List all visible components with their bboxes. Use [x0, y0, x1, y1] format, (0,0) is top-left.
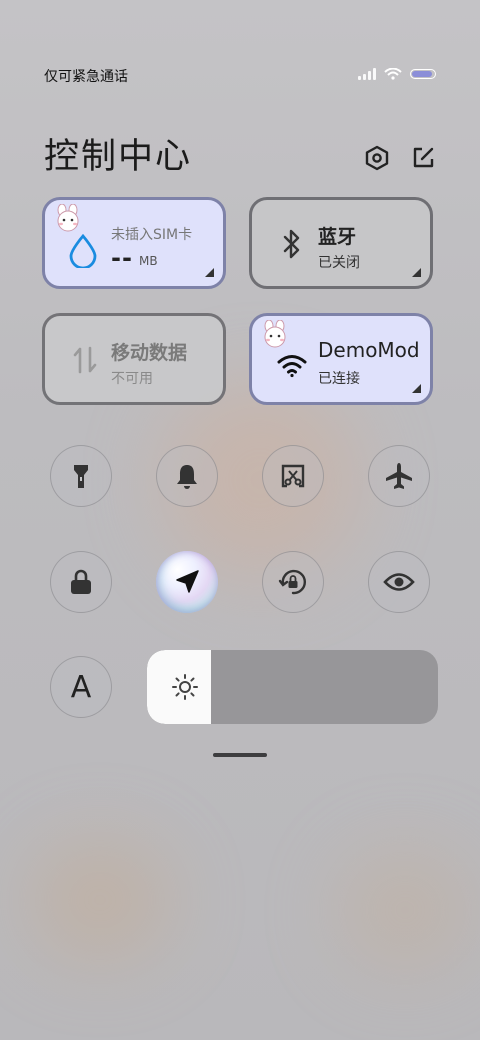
bunny-sticker-icon: [57, 204, 79, 232]
airplane-icon: [386, 463, 412, 489]
tile-bluetooth[interactable]: 蓝牙 已关闭: [249, 197, 433, 289]
bluetooth-title: 蓝牙: [318, 226, 357, 248]
data-arrows-icon: [69, 344, 101, 376]
ring-toggle[interactable]: [156, 445, 218, 507]
lock-screen-toggle[interactable]: [50, 551, 112, 613]
rotation-lock-toggle[interactable]: [262, 551, 324, 613]
location-icon: [176, 570, 199, 593]
tile-mobile-data[interactable]: 移动数据 不可用: [42, 313, 226, 405]
status-carrier-text: 仅可紧急通话: [44, 69, 128, 85]
data-usage-unit: MB: [139, 254, 158, 268]
eye-icon: [383, 573, 415, 591]
screenshot-icon: [281, 464, 305, 488]
water-drop-icon: [67, 233, 99, 272]
brightness-slider[interactable]: [147, 650, 438, 724]
settings-hex-icon[interactable]: [363, 144, 391, 172]
expand-corner-icon: [412, 268, 421, 277]
expand-corner-icon: [205, 268, 214, 277]
sim-status-label: 未插入SIM卡: [111, 227, 193, 243]
bell-icon: [177, 465, 197, 489]
signal-icon: [358, 68, 376, 80]
bluetooth-status: 已关闭: [318, 255, 360, 271]
screenshot-toggle[interactable]: [262, 445, 324, 507]
sun-icon: [172, 674, 198, 700]
drag-handle[interactable]: [213, 753, 267, 757]
flashlight-icon: [74, 465, 88, 488]
rotation-lock-icon: [278, 569, 306, 595]
tile-wifi[interactable]: DemoMod 已连接: [249, 313, 433, 405]
font-size-label: A: [70, 669, 92, 705]
battery-icon: [410, 69, 436, 79]
flashlight-toggle[interactable]: [50, 445, 112, 507]
bluetooth-icon: [276, 228, 308, 260]
wifi-network-name: DemoMod: [318, 338, 420, 362]
tile-data-usage[interactable]: 未插入SIM卡 -- MB: [42, 197, 226, 289]
status-icons: [358, 68, 436, 80]
wifi-status: 已连接: [318, 371, 360, 387]
data-usage-value: --: [111, 244, 133, 272]
lock-icon: [71, 569, 91, 594]
wifi-status-icon: [384, 68, 402, 80]
background-blur: [340, 850, 470, 970]
background-blur: [30, 840, 170, 960]
mobile-data-title: 移动数据: [111, 342, 188, 364]
expand-corner-icon: [412, 384, 421, 393]
wifi-icon: [276, 350, 308, 382]
location-toggle[interactable]: [156, 551, 218, 613]
reading-mode-toggle[interactable]: [368, 551, 430, 613]
bunny-sticker-icon: [264, 320, 286, 348]
font-size-button[interactable]: A: [50, 656, 112, 718]
edit-icon[interactable]: [409, 144, 437, 172]
mobile-data-status: 不可用: [111, 371, 153, 387]
page-title: 控制中心: [44, 137, 193, 177]
airplane-toggle[interactable]: [368, 445, 430, 507]
